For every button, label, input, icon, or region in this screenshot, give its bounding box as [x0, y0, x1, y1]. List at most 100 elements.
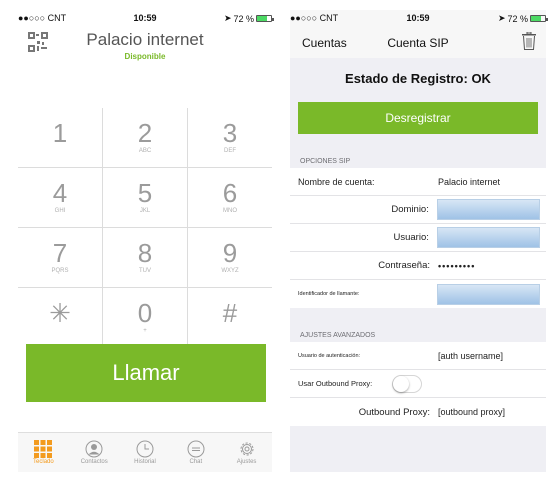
outbound-proxy-toggle[interactable]: [392, 374, 422, 393]
account-status: Disponible: [124, 52, 166, 61]
key-digit: ✳: [49, 298, 71, 328]
advanced-group: Usuario de autenticación: [auth username…: [290, 342, 546, 426]
auth-user-field[interactable]: [auth username]: [438, 351, 546, 361]
gear-icon: [240, 442, 254, 456]
user-label: Usuario:: [393, 232, 429, 243]
outbound-proxy-label: Outbound Proxy:: [358, 406, 430, 418]
status-bar: ●●○○○ CNT 10:59 ➤ 72 %: [290, 10, 548, 28]
battery-icon: [256, 15, 274, 22]
account-name-row: Nombre de cuenta: Palacio internet: [290, 168, 546, 196]
tab-history[interactable]: Historial: [120, 433, 171, 472]
tab-label: Teclado: [33, 459, 54, 465]
key-digit: 2: [137, 117, 153, 148]
page-title: Cuenta SIP: [387, 36, 449, 50]
key-letters: GHI: [54, 207, 66, 214]
key-digit: 8: [137, 237, 153, 268]
caller-id-row: Identificador de llamante:: [290, 280, 546, 308]
key-digit: 1: [52, 117, 68, 148]
sip-account-screen: ●●○○○ CNT 10:59 ➤ 72 % Cuentas Cuenta SI…: [290, 10, 548, 472]
key-letters: +: [143, 328, 147, 334]
call-button[interactable]: Llamar: [26, 344, 266, 402]
keypad-key[interactable]: 8 TUV: [103, 228, 188, 287]
section-header-advanced: AJUSTES AVANZADOS: [300, 332, 376, 339]
keypad-row: ✳ 0 + #: [18, 288, 272, 348]
keypad: 1 2 ABC 3 DEF 4 GHI 5 JKL 6 MNO 7 PQRS 8 TUV 9 WXYZ ✳ 0 + #: [18, 108, 272, 348]
section-header-sip: OPCIONES SIP: [300, 158, 351, 165]
tab-label: Ajustes: [236, 459, 257, 465]
tab-bar: Teclado Contactos Historial Chat Ajustes: [18, 432, 272, 472]
domain-row: Dominio:: [290, 196, 546, 224]
user-row: Usuario:: [290, 224, 546, 252]
keypad-key[interactable]: 9 WXYZ: [188, 228, 272, 287]
keypad-key[interactable]: 3 DEF: [188, 108, 272, 167]
tab-settings[interactable]: Ajustes: [221, 433, 272, 472]
outbound-toggle-row: Usar Outbound Proxy:: [290, 370, 546, 398]
user-field[interactable]: [436, 227, 540, 248]
status-bar: ●●○○○ CNT 10:59 ➤ 72 %: [18, 10, 274, 28]
keypad-key[interactable]: 2 ABC: [103, 108, 188, 167]
account-name: Palacio internet: [86, 30, 204, 49]
nav-bar: ●●○○○ CNT 10:59 ➤ 72 % Cuentas Cuenta SI…: [290, 10, 548, 58]
key-letters: ABC: [138, 147, 152, 154]
deregister-button[interactable]: Desregistrar: [298, 102, 538, 134]
dialer-header: Palacio internet Disponible: [18, 28, 272, 72]
chat-icon: [187, 440, 205, 458]
key-digit: 3: [222, 117, 238, 148]
key-digit: #: [222, 298, 238, 328]
battery-percent: 72 %: [507, 13, 528, 24]
tab-keypad[interactable]: Teclado: [18, 433, 69, 472]
auth-user-row: Usuario de autenticación: [auth username…: [290, 342, 546, 370]
auth-user-label: Usuario de autenticación:: [298, 352, 361, 359]
outbound-proxy-field[interactable]: [outbound proxy]: [438, 407, 546, 417]
password-row: Contraseña: •••••••••: [290, 252, 546, 280]
location-arrow-icon: ➤: [223, 13, 232, 23]
domain-field[interactable]: [436, 199, 540, 220]
clock-icon: [136, 440, 154, 458]
key-digit: 0: [137, 298, 153, 328]
contact-icon: [85, 440, 103, 458]
tab-contacts[interactable]: Contactos: [69, 433, 120, 472]
key-letters: TUV: [139, 267, 151, 274]
sip-options-group: Nombre de cuenta: Palacio internet Domin…: [290, 168, 546, 308]
key-letters: PQRS: [51, 267, 69, 274]
keypad-key[interactable]: #: [188, 288, 272, 348]
trash-icon[interactable]: [522, 32, 536, 50]
keypad-key[interactable]: 0 +: [103, 288, 188, 348]
key-letters: DEF: [224, 147, 236, 154]
keypad-key[interactable]: 7 PQRS: [18, 228, 103, 287]
keypad-row: 7 PQRS 8 TUV 9 WXYZ: [18, 228, 272, 288]
tab-chat[interactable]: Chat: [170, 433, 221, 472]
domain-label: Dominio:: [391, 204, 429, 215]
registration-status: Estado de Registro: OK: [290, 58, 546, 98]
keypad-key[interactable]: 1: [18, 108, 103, 167]
password-label: Contraseña:: [378, 260, 430, 271]
battery-icon: [530, 15, 548, 22]
outbound-toggle-label: Usar Outbound Proxy:: [298, 379, 373, 388]
battery-indicator: ➤ 72 %: [497, 13, 548, 24]
tab-label: Historial: [134, 459, 156, 465]
keypad-row: 4 GHI 5 JKL 6 MNO: [18, 168, 272, 228]
location-arrow-icon: ➤: [497, 13, 506, 23]
key-letters: WXYZ: [221, 267, 239, 274]
key-letters: JKL: [139, 207, 151, 214]
password-field[interactable]: •••••••••: [438, 261, 546, 271]
key-digit: 5: [137, 177, 153, 208]
key-letters: MNO: [223, 207, 237, 214]
tab-label: Chat: [189, 459, 203, 465]
keypad-key[interactable]: 5 JKL: [103, 168, 188, 227]
keypad-key[interactable]: ✳: [18, 288, 103, 348]
account-name-value[interactable]: Palacio internet: [438, 177, 546, 187]
keypad-grid-icon: [34, 440, 53, 458]
caller-id-label: Identificador de llamante:: [298, 291, 360, 297]
key-digit: 6: [222, 177, 238, 208]
account-name-label: Nombre de cuenta:: [298, 176, 375, 187]
caller-id-field[interactable]: [436, 283, 540, 305]
keypad-key[interactable]: 6 MNO: [188, 168, 272, 227]
keypad-key[interactable]: 4 GHI: [18, 168, 103, 227]
key-digit: 4: [52, 177, 68, 208]
key-digit: 9: [222, 237, 238, 268]
battery-indicator: ➤ 72 %: [223, 13, 274, 24]
dialer-screen: ●●○○○ CNT 10:59 ➤ 72 % Palacio internet …: [18, 10, 274, 472]
keypad-row: 1 2 ABC 3 DEF: [18, 108, 272, 168]
outbound-proxy-row: Outbound Proxy: [outbound proxy]: [290, 398, 546, 426]
